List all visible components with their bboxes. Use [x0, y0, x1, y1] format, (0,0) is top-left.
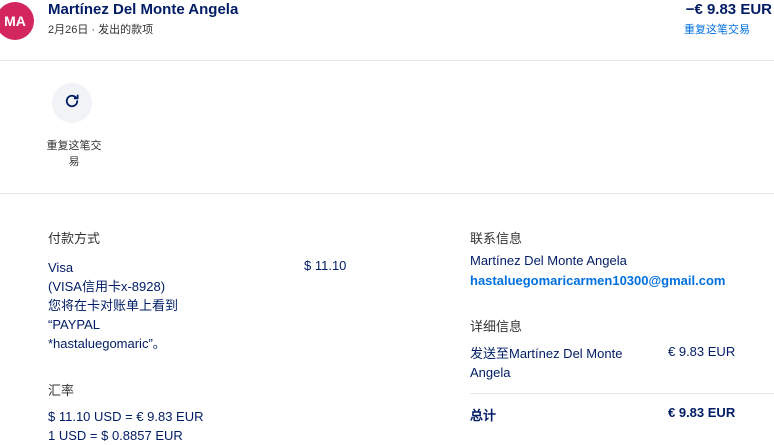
payment-method-line: “PAYPAL — [48, 317, 101, 332]
details-title: 详细信息 — [470, 319, 523, 334]
contact-name: Martínez Del Monte Angela — [470, 253, 627, 268]
payment-method-title: 付款方式 — [48, 231, 101, 246]
transaction-amount: −€ 9.83 EUR — [685, 1, 772, 18]
payment-method-line: 您将在卡对账单上看到 — [48, 298, 179, 313]
merchant-name: Martínez Del Monte Angela — [48, 1, 239, 18]
divider — [470, 393, 774, 394]
payment-method-amount: $ 11.10 — [304, 258, 347, 273]
exchange-rate-line: $ 11.10 USD = € 9.83 EUR — [48, 409, 204, 424]
refresh-icon — [63, 92, 81, 115]
payment-method-line: (VISA信用卡x-8928) — [48, 279, 166, 294]
repeat-transaction-label: 重复这笔交易 — [46, 140, 102, 168]
exchange-rate-line: 1 USD = $ 0.8857 EUR — [48, 428, 183, 443]
details-amount: € 9.83 EUR — [668, 344, 736, 359]
contact-email-link[interactable]: hastaluegomaricarmen10300@gmail.com — [470, 273, 725, 288]
transaction-date-type: 2月26日 · 发出的款项 — [48, 24, 154, 36]
action-area: 重复这笔交易 — [0, 61, 774, 194]
payment-method-details: Visa (VISA信用卡x-8928) 您将在卡对账单上看到 “PAYPAL … — [48, 258, 278, 353]
repeat-transaction-button[interactable] — [52, 83, 92, 123]
total-label: 总计 — [470, 408, 497, 423]
repeat-transaction-link[interactable]: 重复这笔交易 — [684, 21, 750, 37]
details-description: 发送至Martínez Del Monte Angela — [470, 346, 623, 380]
exchange-rate-title: 汇率 — [48, 383, 75, 398]
payment-method-line: Visa — [48, 260, 74, 275]
contact-info-title: 联系信息 — [470, 231, 523, 246]
transaction-header: MA Martínez Del Monte Angela 2月26日 · 发出的… — [0, 0, 774, 61]
avatar: MA — [0, 2, 34, 40]
total-amount: € 9.83 EUR — [668, 405, 736, 420]
exchange-rate-details: $ 11.10 USD = € 9.83 EUR 1 USD = $ 0.885… — [48, 407, 204, 445]
payment-method-line: *hastaluegomaric”。 — [48, 336, 166, 351]
